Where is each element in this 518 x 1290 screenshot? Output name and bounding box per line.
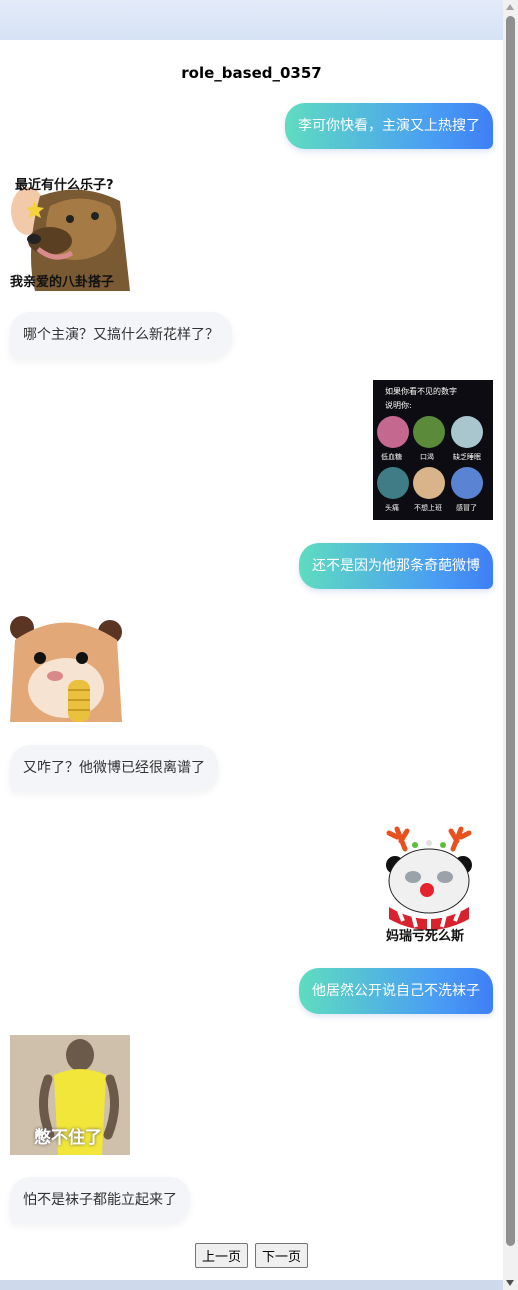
message-bubble-right: 他居然公开说自己不洗袜子 — [299, 968, 493, 1014]
sticker-caption: 妈瑞亏死么斯 — [386, 929, 465, 943]
color-label: 不想上班 — [414, 504, 442, 512]
chat-panel: role_based_0357 李可你快看，主演又上热搜了 最近有什么乐子? 我… — [0, 40, 503, 1280]
message-bubble-right: 还不是因为他那条奇葩微博 — [299, 543, 493, 589]
message-bubble-left: 哪个主演？又搞什么新花样了？ — [10, 312, 232, 358]
top-gradient-band — [0, 0, 503, 40]
color-label: 缺乏睡眠 — [453, 453, 481, 461]
pagination: 上一页 下一页 — [0, 1243, 503, 1268]
next-page-button[interactable]: 下一页 — [255, 1243, 309, 1268]
hamster-sticker — [10, 610, 122, 722]
color-test-sticker: 如果你看不见的数字 说明你: 低血糖 口渴 缺乏睡眠 头痛 不想上班 感冒了 — [373, 380, 493, 520]
vertical-scrollbar[interactable] — [503, 0, 518, 1290]
prev-page-button[interactable]: 上一页 — [194, 1243, 248, 1268]
color-dots — [377, 416, 483, 499]
scroll-up-arrow-icon[interactable] — [506, 4, 514, 10]
dog-gossip-sticker: 最近有什么乐子? 我亲爱的八卦搭子 — [10, 171, 130, 291]
scroll-down-arrow-icon[interactable] — [506, 1280, 514, 1286]
message-bubble-right: 李可你快看，主演又上热搜了 — [285, 103, 493, 149]
chat-title: role_based_0357 — [181, 64, 322, 82]
color-label: 低血糖 — [381, 453, 402, 461]
color-label: 头痛 — [385, 504, 399, 512]
panda-reindeer-sticker: 妈瑞亏死么斯 — [383, 823, 475, 943]
monkey-sticker: 憋不住了 — [10, 1035, 130, 1155]
message-bubble-left: 又咋了？他微博已经很离谱了 — [10, 745, 218, 791]
color-label: 感冒了 — [456, 504, 477, 512]
sticker-caption: 憋不住了 — [34, 1128, 102, 1148]
message-bubble-left: 怕不是袜子都能立起来了 — [10, 1177, 190, 1223]
color-label: 口渴 — [420, 453, 434, 461]
sticker-caption-bottom: 我亲爱的八卦搭子 — [10, 275, 115, 290]
scrollbar-thumb[interactable] — [506, 16, 515, 1246]
bottom-gradient-band — [0, 1280, 503, 1290]
sticker-caption-top: 最近有什么乐子? — [15, 178, 114, 193]
hamster-image — [10, 616, 122, 722]
